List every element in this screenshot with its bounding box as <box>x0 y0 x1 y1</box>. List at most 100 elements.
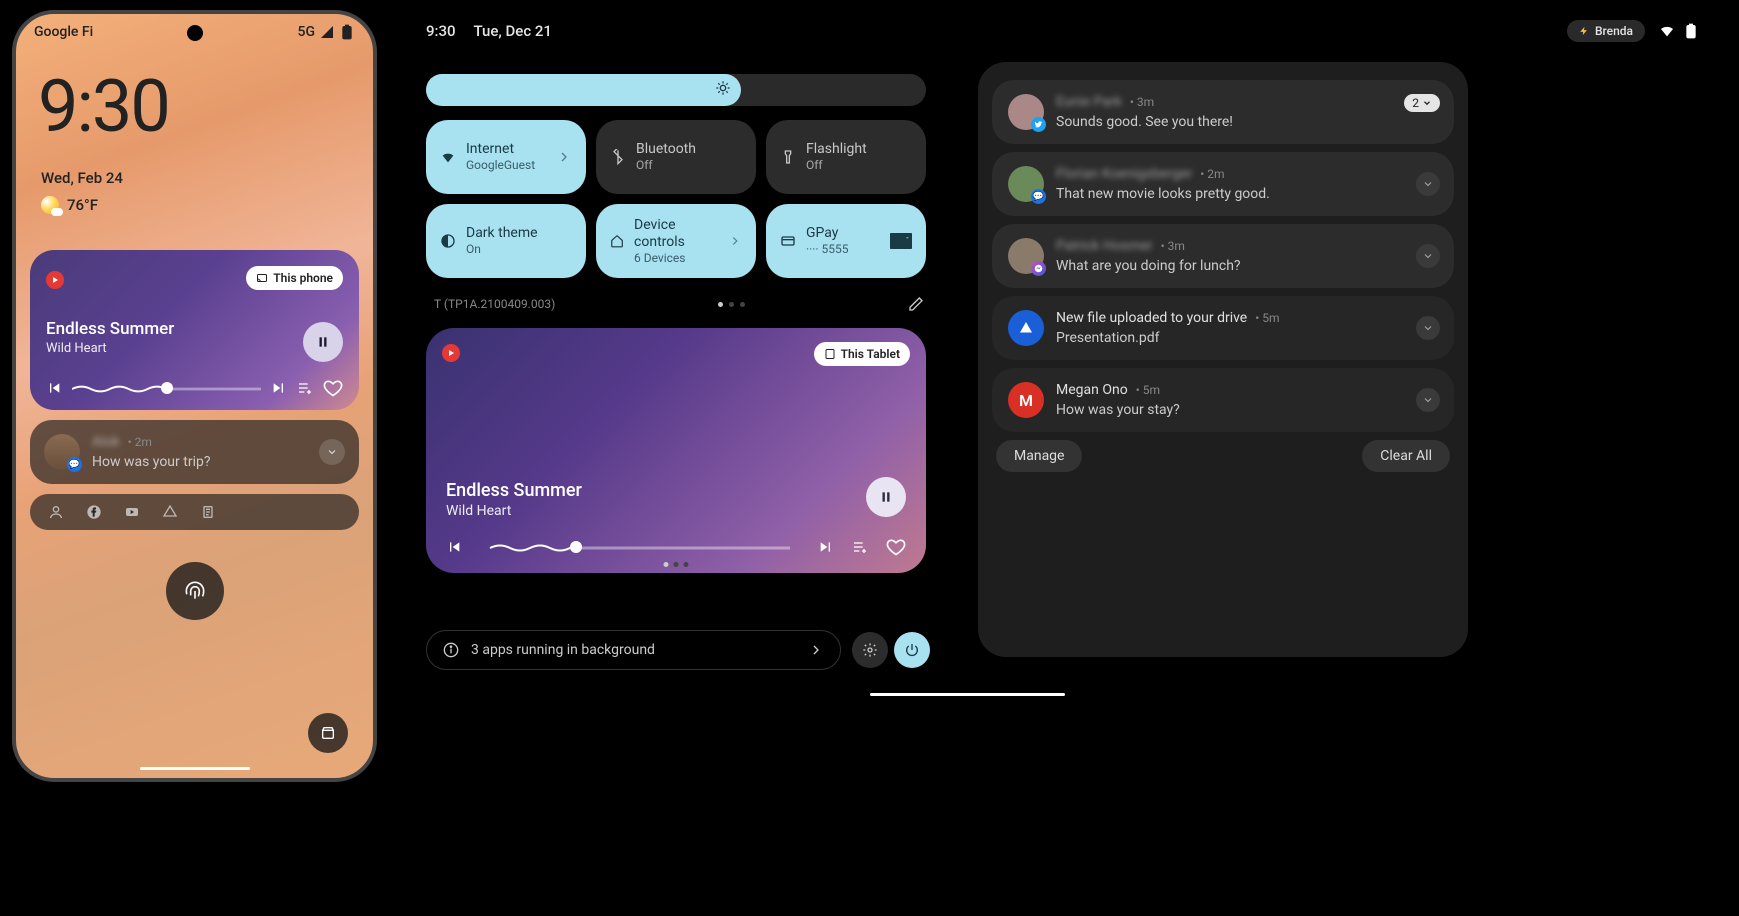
qs-bluetooth[interactable]: BluetoothOff <box>596 120 756 194</box>
seek-bar[interactable] <box>480 540 800 554</box>
wifi-status-icon <box>1659 23 1675 39</box>
qs-device-controls[interactable]: Device controls6 Devices <box>596 204 756 278</box>
next-track-icon[interactable] <box>818 539 834 555</box>
media-title: Endless Summer <box>446 480 906 501</box>
phone-notification[interactable]: 💬 Alok • 2m How was your trip? <box>30 420 359 484</box>
notification-icon-bar[interactable] <box>30 494 359 530</box>
brightness-slider[interactable] <box>426 74 926 106</box>
profile-icon <box>48 504 64 520</box>
settings-button[interactable] <box>852 632 888 668</box>
phone-status-bar: Google Fi 5G <box>16 24 373 40</box>
wifi-icon <box>440 149 456 165</box>
youtube-music-icon <box>46 271 64 289</box>
tablet-clock: 9:30 <box>426 22 456 40</box>
notification-card[interactable]: 💬 Florian Koenigsberger• 2m That new mov… <box>992 152 1454 216</box>
notification-card[interactable]: New file uploaded to your drive• 5m Pres… <box>992 296 1454 360</box>
notification-sender: Florian Koenigsberger <box>1056 166 1192 182</box>
bolt-icon <box>1579 26 1589 36</box>
user-name: Brenda <box>1595 24 1633 38</box>
brightness-icon <box>715 80 731 100</box>
seek-bar[interactable] <box>72 381 261 395</box>
notification-avatar <box>1008 94 1044 130</box>
phone-media-card[interactable]: This phone Endless Summer Wild Heart <box>30 250 359 410</box>
qs-dark-theme[interactable]: Dark themeOn <box>426 204 586 278</box>
tablet-date: Tue, Dec 21 <box>474 22 552 40</box>
expand-button[interactable] <box>319 439 345 465</box>
cast-chip[interactable]: This Tablet <box>814 342 910 366</box>
home-icon <box>610 233 624 249</box>
drive-icon <box>162 504 178 520</box>
clear-all-button[interactable]: Clear All <box>1362 440 1450 472</box>
manage-button[interactable]: Manage <box>996 440 1082 472</box>
notification-card[interactable]: Eunie Park• 3m Sounds good. See you ther… <box>992 80 1454 144</box>
prev-track-icon[interactable] <box>46 380 62 396</box>
expand-button[interactable] <box>1416 172 1440 196</box>
card-chip-icon <box>890 233 912 249</box>
playlist-add-icon[interactable] <box>297 380 313 396</box>
qs-footer: T (TP1A.2100409.003) <box>434 296 924 312</box>
temperature-label: 76°F <box>67 196 98 214</box>
cast-icon <box>256 272 268 284</box>
gesture-bar[interactable] <box>870 693 1065 696</box>
youtube-music-icon <box>442 344 460 362</box>
notification-sender: Megan Ono <box>1056 382 1128 398</box>
tablet-status-bar: 9:30 Tue, Dec 21 Brenda <box>426 20 1699 42</box>
build-id: T (TP1A.2100409.003) <box>434 297 555 311</box>
chevron-right-icon <box>728 233 742 249</box>
notification-sender: Patrick Hosmer <box>1056 238 1153 254</box>
qs-internet[interactable]: InternetGoogleGuest <box>426 120 586 194</box>
notification-card[interactable]: Patrick Hosmer• 3m What are you doing fo… <box>992 224 1454 288</box>
chevron-down-icon <box>1422 178 1434 190</box>
heart-icon[interactable] <box>886 537 906 557</box>
notification-avatar <box>1008 238 1044 274</box>
chevron-right-icon <box>808 642 824 658</box>
cast-label: This phone <box>273 271 333 285</box>
signal-icon <box>319 24 335 40</box>
tablet-media-card[interactable]: This Tablet Endless Summer Wild Heart <box>426 328 926 573</box>
cast-chip[interactable]: This phone <box>246 266 343 290</box>
chevron-down-icon <box>1422 250 1434 262</box>
background-apps-pill[interactable]: 3 apps running in background <box>426 630 841 670</box>
fingerprint-icon <box>182 578 208 604</box>
notification-message: What are you doing for lunch? <box>1056 258 1438 274</box>
edit-icon[interactable] <box>908 296 924 312</box>
qs-gpay[interactable]: GPay···· 5555 <box>766 204 926 278</box>
weather-icon <box>41 196 59 214</box>
next-track-icon[interactable] <box>271 380 287 396</box>
notification-shade: Eunie Park• 3m Sounds good. See you ther… <box>978 62 1468 657</box>
media-title: Endless Summer <box>46 319 343 339</box>
bg-apps-label: 3 apps running in background <box>471 642 655 658</box>
expand-button[interactable] <box>1416 244 1440 268</box>
wallet-button[interactable] <box>308 713 348 753</box>
battery-status-icon <box>1683 23 1699 39</box>
power-button[interactable] <box>894 632 930 668</box>
qs-flashlight[interactable]: FlashlightOff <box>766 120 926 194</box>
notification-message: Presentation.pdf <box>1056 330 1438 346</box>
messenger-badge-icon <box>1031 261 1046 276</box>
expand-button[interactable] <box>1416 388 1440 412</box>
lock-weather[interactable]: 76°F <box>41 196 98 214</box>
page-dots <box>718 302 745 307</box>
notes-icon <box>200 504 216 520</box>
prev-track-icon[interactable] <box>446 539 462 555</box>
notification-card[interactable]: M Megan Ono• 5m How was your stay? <box>992 368 1454 432</box>
facebook-icon <box>86 504 102 520</box>
network-label: 5G <box>298 24 316 40</box>
playlist-add-icon[interactable] <box>852 539 868 555</box>
user-chip[interactable]: Brenda <box>1567 20 1645 42</box>
chevron-down-icon <box>1422 322 1434 334</box>
card-icon <box>780 233 796 249</box>
heart-icon[interactable] <box>323 378 343 398</box>
notification-count[interactable]: 2 <box>1404 94 1440 112</box>
pause-button[interactable] <box>303 322 343 362</box>
gesture-bar[interactable] <box>140 767 250 770</box>
phone-mockup: Google Fi 5G 9:30 Wed, Feb 24 76°F This … <box>12 10 377 782</box>
bluetooth-icon <box>610 149 626 165</box>
fingerprint-button[interactable] <box>166 562 224 620</box>
notification-message: Sounds good. See you there! <box>1056 114 1438 130</box>
expand-button[interactable] <box>1416 316 1440 340</box>
media-artist: Wild Heart <box>46 341 343 356</box>
notification-message: That new movie looks pretty good. <box>1056 186 1438 202</box>
quick-settings-grid: InternetGoogleGuest BluetoothOff Flashli… <box>426 120 926 278</box>
cast-label: This Tablet <box>841 347 900 361</box>
